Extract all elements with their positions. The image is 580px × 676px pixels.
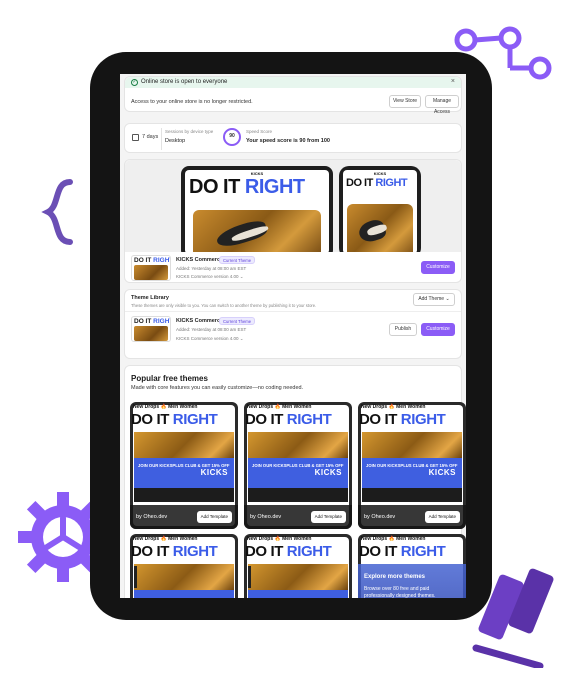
theme-added: Added: Yesterday at 08:00 am EST bbox=[176, 327, 247, 332]
current-theme-badge: Current Theme bbox=[219, 256, 256, 264]
add-template-button[interactable]: Add Template bbox=[424, 511, 460, 523]
tile-footer: by Oheo.dev Add Template bbox=[244, 505, 352, 529]
tile-footer: by Oheo.dev Add Template bbox=[130, 505, 238, 529]
theme-version[interactable]: KICKS Commerce version 4.00 ⌄ bbox=[176, 336, 244, 342]
tile-hero: DO IT RIGHT bbox=[245, 411, 332, 428]
tile-promo: JOIN OUR KICKSPLUS CLUB & GET 15% OFF KIC… bbox=[134, 458, 234, 488]
theme-preview: KICKS DO IT RIGHT KICKS DO IT RIGHT bbox=[125, 160, 461, 252]
theme-thumbnail: DO IT RIGHT bbox=[131, 255, 171, 281]
divider bbox=[161, 128, 162, 150]
add-theme-button[interactable]: Add Theme ⌄ bbox=[413, 293, 455, 306]
desktop-mockup: KICKS DO IT RIGHT bbox=[181, 166, 333, 252]
tile-hero: DO IT RIGHT bbox=[131, 411, 218, 428]
current-theme-row: DO IT RIGHT KICKS Commerce Current Theme… bbox=[125, 252, 461, 284]
theme-thumbnail: DO IT RIGHT bbox=[131, 316, 171, 342]
theme-added: Added: Yesterday at 08:00 am EST bbox=[176, 266, 247, 271]
tile-image bbox=[134, 432, 234, 458]
theme-library-card: Theme Library These themes are only visi… bbox=[124, 289, 462, 359]
add-template-button[interactable]: Add Template bbox=[196, 511, 232, 523]
code-brace-icon bbox=[41, 179, 73, 245]
theme-name: KICKS Commerce bbox=[176, 257, 224, 263]
divider bbox=[125, 311, 461, 312]
theme-version[interactable]: KICKS Commerce version 4.00 ⌄ bbox=[176, 274, 244, 280]
tile-footer-block bbox=[362, 488, 462, 502]
theme-tile[interactable]: New Drops 🔥 Men Women DO IT RIGHT JOIN O… bbox=[358, 402, 466, 529]
banner-title: Online store is open to everyone bbox=[141, 79, 228, 85]
tile-promo: KICKS bbox=[134, 590, 234, 598]
analytics-stats: 7 days Sessions by device type Desktop 9… bbox=[124, 123, 462, 153]
tile-promo: JOIN OUR KICKSPLUS CLUB & GET 15% OFF KIC… bbox=[362, 458, 462, 488]
tile-nav: New Drops 🔥 Men Women bbox=[133, 536, 198, 542]
tile-footer: by Oheo.dev Add Template bbox=[358, 505, 466, 529]
hero-image bbox=[347, 204, 413, 252]
tile-image bbox=[134, 564, 234, 590]
current-theme-card: KICKS DO IT RIGHT KICKS DO IT RIGHT DO I… bbox=[124, 159, 462, 283]
close-icon[interactable]: × bbox=[451, 78, 455, 85]
theme-name: KICKS Commerce bbox=[176, 318, 224, 324]
popular-themes-card: Popular free themes Made with core featu… bbox=[124, 365, 466, 598]
banner-message: Access to your online store is no longer… bbox=[131, 99, 253, 105]
tile-author: by Oheo.dev bbox=[364, 514, 396, 520]
current-theme-badge: Current Theme bbox=[219, 317, 256, 325]
explore-more-description: Browse over 80 free and paid professiona… bbox=[364, 586, 436, 598]
speed-value: Your speed score is 90 from 100 bbox=[246, 138, 330, 144]
tile-image bbox=[248, 564, 348, 590]
customize-button[interactable]: Customize bbox=[421, 323, 455, 336]
tile-nav: New Drops 🔥 Men Women bbox=[247, 536, 312, 542]
speed-score-ring: 90 bbox=[223, 128, 241, 146]
tile-author: by Oheo.dev bbox=[136, 514, 168, 520]
theme-tile[interactable]: New Drops 🔥 Men Women DO IT RIGHT JOIN O… bbox=[130, 402, 238, 529]
explore-more-tile[interactable]: New Drops 🔥 Men Women DO IT RIGHT Explor… bbox=[358, 534, 466, 598]
tile-hero: DO IT RIGHT bbox=[359, 543, 446, 560]
theme-tile[interactable]: New Drops 🔥 Men Women DO IT RIGHT KICKS bbox=[130, 534, 238, 598]
tile-nav: New Drops 🔥 Men Women bbox=[361, 404, 426, 410]
add-template-button[interactable]: Add Template bbox=[310, 511, 346, 523]
library-title: Theme Library bbox=[131, 295, 169, 301]
manage-access-button[interactable]: Manage Access bbox=[425, 95, 459, 115]
speed-score-number: 90 bbox=[229, 133, 235, 139]
tile-hero: DO IT RIGHT bbox=[359, 411, 446, 428]
tablet-frame: ✓ Online store is open to everyone × Acc… bbox=[90, 52, 492, 620]
tile-side-bar bbox=[248, 566, 251, 588]
tile-hero: DO IT RIGHT bbox=[245, 543, 332, 560]
tile-nav: New Drops 🔥 Men Women bbox=[247, 404, 312, 410]
sessions-label: Sessions by device type bbox=[165, 129, 214, 134]
check-circle-icon: ✓ bbox=[131, 79, 138, 86]
tile-image bbox=[248, 432, 348, 458]
hero-image bbox=[193, 210, 321, 252]
tile-image bbox=[362, 432, 462, 458]
store-admin-screen: ✓ Online store is open to everyone × Acc… bbox=[120, 74, 466, 598]
sessions-value: Desktop bbox=[165, 138, 186, 144]
phone-mockup: KICKS DO IT RIGHT bbox=[339, 166, 421, 252]
tile-promo: JOIN OUR KICKSPLUS CLUB & GET 15% OFF KIC… bbox=[248, 458, 348, 488]
view-store-button[interactable]: View Store bbox=[389, 95, 421, 108]
tile-nav: New Drops 🔥 Men Women bbox=[133, 404, 198, 410]
tile-footer-block bbox=[134, 488, 234, 502]
tile-author: by Oheo.dev bbox=[250, 514, 282, 520]
popular-subtitle: Made with core features you can easily c… bbox=[131, 385, 304, 391]
tile-nav: New Drops 🔥 Men Women bbox=[361, 536, 426, 542]
date-range[interactable]: 7 days bbox=[142, 134, 158, 140]
speed-label: Speed Score bbox=[246, 129, 273, 134]
popular-title: Popular free themes bbox=[131, 374, 208, 383]
theme-tile[interactable]: New Drops 🔥 Men Women DO IT RIGHT JOIN O… bbox=[244, 402, 352, 529]
tile-hero: DO IT RIGHT bbox=[131, 543, 218, 560]
publish-button[interactable]: Publish bbox=[389, 323, 417, 336]
calendar-icon bbox=[132, 134, 139, 141]
hero-headline: DO IT RIGHT bbox=[189, 176, 305, 198]
customize-button[interactable]: Customize bbox=[421, 261, 455, 274]
library-description: These themes are only visible to you. Yo… bbox=[131, 303, 317, 308]
hero-headline: DO IT RIGHT bbox=[346, 177, 408, 189]
tile-footer-block bbox=[248, 488, 348, 502]
theme-tile[interactable]: New Drops 🔥 Men Women DO IT RIGHT KICKS bbox=[244, 534, 352, 598]
explore-more-overlay: Explore more themes Browse over 80 free … bbox=[358, 564, 466, 598]
tile-side-bar bbox=[134, 566, 137, 588]
tile-promo: KICKS bbox=[248, 590, 348, 598]
explore-more-title: Explore more themes bbox=[364, 574, 426, 580]
store-open-banner: ✓ Online store is open to everyone × Acc… bbox=[124, 76, 462, 115]
